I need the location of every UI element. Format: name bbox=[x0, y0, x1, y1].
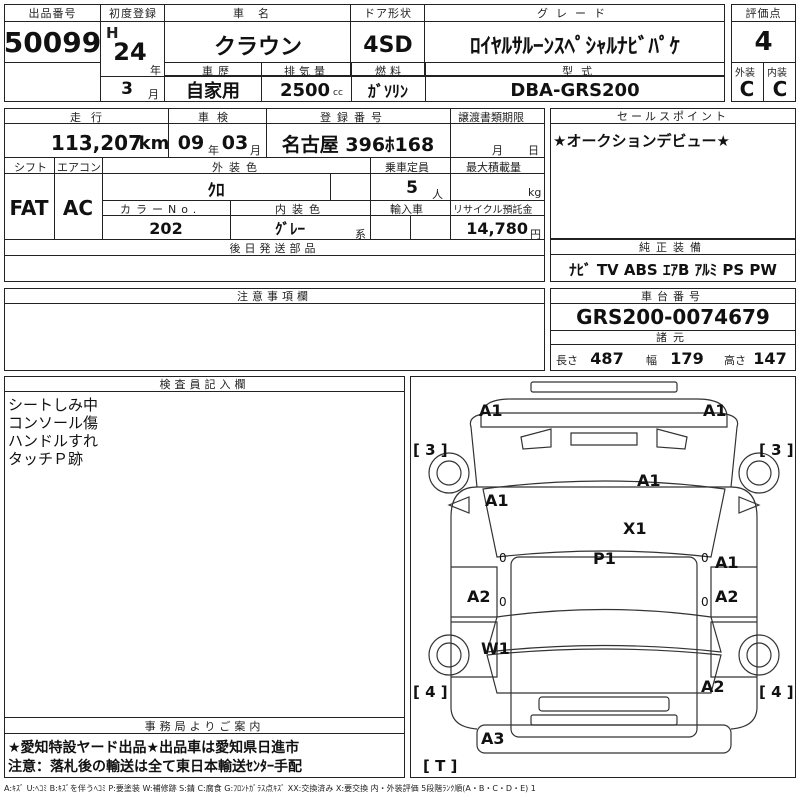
damage-rear-bumper: A3 bbox=[481, 729, 505, 748]
sales-point-box bbox=[550, 108, 796, 239]
tire-fl: [ 3 ] bbox=[413, 441, 448, 459]
exterior-grade: C bbox=[739, 77, 755, 101]
damage-left-front-door: A1 bbox=[485, 491, 509, 510]
first-reg-label: 初度登録 bbox=[101, 4, 165, 22]
sales-point: ★オークションデビュー★ bbox=[553, 132, 730, 150]
int-color-label: 内装色 bbox=[275, 203, 326, 216]
ext-color: ｸﾛ bbox=[207, 180, 225, 201]
zero-mark: 0 bbox=[701, 551, 709, 565]
color-no-label: カラーNo. bbox=[120, 203, 202, 216]
spare-tire: [ T ] bbox=[423, 757, 458, 775]
interior-grade: C bbox=[772, 77, 788, 101]
mileage: 113,207 bbox=[50, 131, 142, 155]
inspection-year: 09 bbox=[177, 132, 205, 154]
width: 179 bbox=[670, 348, 704, 368]
height: 147 bbox=[753, 348, 787, 368]
tire-rl: [ 4 ] bbox=[413, 683, 448, 701]
damage-interior: P1 bbox=[593, 549, 616, 568]
office-label: 事務局よりご案内 bbox=[4, 718, 405, 734]
equipment: ﾅﾋﾞ TV ABS ｴｱB ｱﾙﾐ PS PW bbox=[569, 260, 777, 279]
length: 487 bbox=[590, 348, 624, 368]
transfer-day-unit: 日 bbox=[528, 144, 539, 157]
max-load-unit: kg bbox=[528, 186, 542, 199]
damage-right-front-door: A1 bbox=[715, 553, 739, 572]
mileage-unit: km bbox=[138, 132, 170, 154]
specs-label: 諸元 bbox=[550, 330, 796, 345]
damage-left-rear-wheel: W1 bbox=[481, 639, 510, 658]
lot-label: 出品番号 bbox=[4, 4, 101, 22]
month-unit: 月 bbox=[148, 88, 159, 101]
damage-roof: X1 bbox=[623, 519, 647, 538]
chassis-label: 車台番号 bbox=[550, 288, 796, 304]
office-line: ★愛知特設ヤード出品★出品車は愛知県日進市 bbox=[8, 740, 300, 756]
displacement-label: 排気量 bbox=[284, 65, 329, 78]
inspection-year-unit: 年 bbox=[208, 144, 219, 157]
car-outline bbox=[428, 381, 780, 754]
first-reg-month: 3 bbox=[121, 79, 133, 99]
damage-front-right: A1 bbox=[703, 401, 727, 420]
score: 4 bbox=[754, 27, 773, 57]
model-label: 型式 bbox=[562, 65, 600, 78]
height-label: 高さ bbox=[724, 354, 746, 367]
door-label: ドア形状 bbox=[351, 4, 425, 22]
notes-label: 注意事項欄 bbox=[4, 288, 545, 304]
shift: FAT bbox=[9, 196, 49, 220]
chassis-number: GRS200-0074679 bbox=[576, 305, 770, 329]
inspector-label: 検査員記入欄 bbox=[4, 376, 405, 392]
damage-left-rear-door: A2 bbox=[467, 587, 491, 606]
sales-point-label: セールスポイント bbox=[550, 108, 796, 124]
reg-number: 名古屋 396ﾎ168 bbox=[281, 133, 435, 156]
damage-rear-right: A2 bbox=[701, 677, 725, 696]
zero-mark: 0 bbox=[499, 551, 507, 565]
displacement-unit: cc bbox=[333, 88, 343, 98]
damage-legend: A:ｷｽﾞ U:ﾍｺﾐ B:ｷｽﾞを伴うﾍｺﾐ P:要塗装 W:補修跡 S:錆 … bbox=[4, 784, 536, 793]
tire-rr: [ 4 ] bbox=[759, 683, 794, 701]
import-label: 輸入車 bbox=[390, 203, 423, 216]
int-color: ｸﾞﾚｰ bbox=[274, 219, 305, 238]
later-parts-label: 後日発送部品 bbox=[4, 240, 545, 256]
inspection-month-unit: 月 bbox=[250, 144, 261, 157]
score-label: 評価点 bbox=[731, 4, 796, 22]
damage-diagram: A1 A1 [ 3 ] [ 3 ] A1 A1 X1 P1 A1 0 0 A2 … bbox=[410, 376, 796, 778]
ac-label: エアコン bbox=[57, 161, 101, 174]
car-name-label: 車名 bbox=[165, 4, 351, 22]
lot-number: 50099 bbox=[3, 25, 102, 59]
fuel-label: 燃料 bbox=[375, 65, 405, 78]
equipment-label: 純正装備 bbox=[550, 239, 796, 255]
mileage-label: 走行 bbox=[70, 111, 112, 124]
ext-color-label: 外装色 bbox=[212, 161, 263, 174]
zero-mark: 0 bbox=[701, 595, 709, 609]
first-reg-year: 24 bbox=[113, 38, 147, 66]
history: 自家用 bbox=[186, 81, 240, 102]
displacement: 2500 bbox=[279, 79, 331, 101]
model: DBA-GRS200 bbox=[510, 79, 640, 101]
shift-label: シフト bbox=[14, 161, 47, 174]
grade-label: グレード bbox=[425, 4, 725, 22]
tire-fr: [ 3 ] bbox=[759, 441, 794, 459]
width-label: 幅 bbox=[646, 354, 657, 367]
fuel: ｶﾞｿﾘﾝ bbox=[367, 82, 408, 101]
ac: AC bbox=[62, 196, 94, 220]
damage-right-rear-door: A2 bbox=[715, 587, 739, 606]
damage-windshield: A1 bbox=[637, 471, 661, 490]
zero-mark: 0 bbox=[499, 595, 507, 609]
damage-front-left: A1 bbox=[479, 401, 503, 420]
capacity: 5 bbox=[406, 178, 418, 198]
transfer-label: 譲渡書類期限 bbox=[458, 111, 524, 124]
transfer-month-unit: 月 bbox=[492, 144, 503, 157]
inspection-month: 03 bbox=[221, 132, 249, 154]
reg-number-label: 登録番号 bbox=[320, 111, 388, 124]
max-load-label: 最大積載量 bbox=[466, 161, 521, 174]
inspector-note: タッチＰ跡 bbox=[8, 450, 84, 468]
recycle-fee: 14,780 bbox=[466, 218, 528, 238]
color-no: 202 bbox=[149, 218, 183, 238]
office-line: 注意：落札後の輸送は全て東日本輸送ｾﾝﾀｰ手配 bbox=[8, 759, 302, 775]
inspection-label: 車検 bbox=[198, 111, 236, 124]
recycle-label: リサイクル預託金 bbox=[453, 205, 533, 216]
capacity-label: 乗車定員 bbox=[385, 161, 429, 174]
length-label: 長さ bbox=[556, 354, 578, 367]
